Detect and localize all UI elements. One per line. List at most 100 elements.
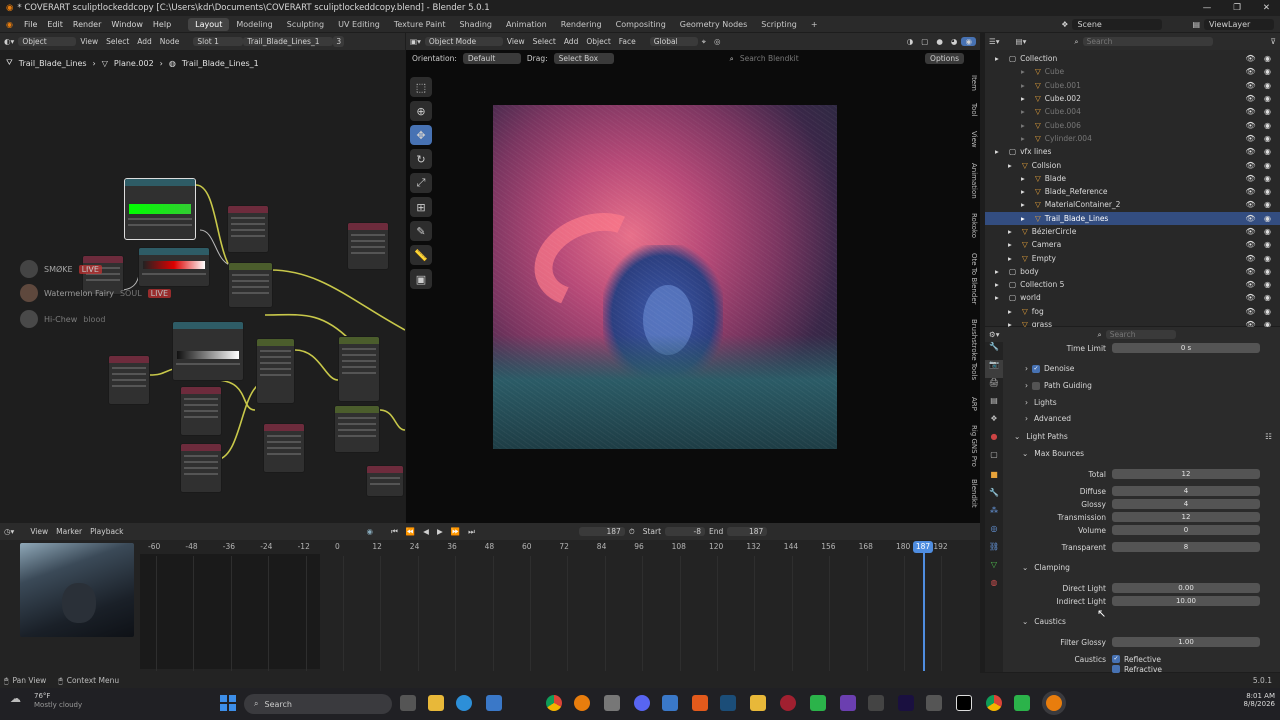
view-layer-tab-icon[interactable]: ▤ bbox=[985, 396, 1003, 414]
outliner-row[interactable]: ▸ ▽ Cube.002 👁 ◉ bbox=[985, 92, 1280, 105]
expand-arrow-icon[interactable]: ▸ bbox=[985, 200, 1031, 209]
expand-arrow-icon[interactable]: ▸ bbox=[985, 121, 1031, 130]
tab-tool[interactable]: Tool bbox=[966, 103, 978, 117]
app-icon[interactable] bbox=[1014, 695, 1030, 711]
visibility-toggle-icon[interactable]: 👁 ◉ bbox=[1245, 187, 1274, 196]
node-mix[interactable] bbox=[256, 338, 295, 404]
menu-node[interactable]: Node bbox=[156, 37, 184, 46]
tab-shading[interactable]: Shading bbox=[452, 18, 499, 31]
app-icon[interactable] bbox=[810, 695, 826, 711]
outliner-row[interactable]: ▸ ▽ Empty 👁 ◉ bbox=[985, 251, 1280, 264]
menu-view[interactable]: View bbox=[76, 37, 102, 46]
bounce-total-field[interactable]: 12 bbox=[1112, 469, 1260, 479]
visibility-toggle-icon[interactable]: 👁 ◉ bbox=[1245, 67, 1274, 76]
start-button[interactable] bbox=[220, 695, 236, 711]
bounce-glossy-field[interactable]: 4 bbox=[1112, 499, 1260, 509]
expand-arrow-icon[interactable]: ▸ bbox=[985, 174, 1031, 183]
time-limit-field[interactable]: 0 s bbox=[1112, 343, 1260, 353]
overlay-icon[interactable]: ◑ bbox=[903, 37, 918, 46]
play-icon[interactable]: ▶ bbox=[433, 527, 447, 536]
folder-icon[interactable] bbox=[750, 695, 766, 711]
menu-render[interactable]: Render bbox=[68, 20, 106, 29]
add-workspace-icon[interactable]: + bbox=[804, 18, 825, 31]
outliner-row[interactable]: ▸ ▽ Cube.001 👁 ◉ bbox=[985, 79, 1280, 92]
tab-view[interactable]: View bbox=[966, 131, 978, 148]
scale-tool-icon[interactable]: ⤢ bbox=[410, 173, 432, 193]
tab-geometry-nodes[interactable]: Geometry Nodes bbox=[673, 18, 754, 31]
visibility-toggle-icon[interactable]: 👁 ◉ bbox=[1245, 147, 1274, 156]
outliner-row[interactable]: ▸ ▽ Cube.004 👁 ◉ bbox=[985, 105, 1280, 118]
menu-window[interactable]: Window bbox=[106, 20, 148, 29]
blender-task-icon[interactable] bbox=[1046, 695, 1062, 711]
visibility-toggle-icon[interactable]: 👁 ◉ bbox=[1245, 134, 1274, 143]
proportional-icon[interactable]: ◎ bbox=[710, 37, 725, 46]
outliner-row[interactable]: ▸ ▢ Collection 👁 ◉ bbox=[985, 52, 1280, 65]
current-frame-field[interactable]: 187 bbox=[578, 527, 625, 536]
clamp-direct-field[interactable]: 0.00 bbox=[1112, 583, 1260, 593]
next-key-icon[interactable]: ⏩ bbox=[447, 527, 464, 536]
visibility-toggle-icon[interactable]: 👁 ◉ bbox=[1245, 54, 1274, 63]
view-layer-selector[interactable]: ViewLayer bbox=[1204, 18, 1274, 30]
blendkit-search-input[interactable]: Search Blendkit bbox=[740, 54, 830, 63]
scene-tab-icon[interactable]: ❖ bbox=[985, 414, 1003, 432]
visibility-toggle-icon[interactable]: 👁 ◉ bbox=[1245, 227, 1274, 236]
collection-tab-icon[interactable]: ▢ bbox=[985, 450, 1003, 470]
xray-icon[interactable]: ▢ bbox=[917, 37, 932, 46]
select-tool-icon[interactable]: ⬚ bbox=[410, 77, 432, 97]
data-tab-icon[interactable]: ▽ bbox=[985, 560, 1003, 578]
expand-arrow-icon[interactable]: ▸ bbox=[985, 267, 1005, 276]
tab-texture-paint[interactable]: Texture Paint bbox=[387, 18, 453, 31]
minimize-icon[interactable]: — bbox=[1203, 3, 1212, 13]
task-view-icon[interactable] bbox=[400, 695, 416, 711]
visibility-toggle-icon[interactable]: 👁 ◉ bbox=[1245, 81, 1274, 90]
transform-tool-icon[interactable]: ⊞ bbox=[410, 197, 432, 217]
editor-type-icon[interactable]: ◐▾ bbox=[0, 37, 18, 46]
expand-arrow-icon[interactable]: ▸ bbox=[985, 134, 1031, 143]
app-icon[interactable] bbox=[780, 695, 796, 711]
expand-arrow-icon[interactable]: ▸ bbox=[985, 240, 1018, 249]
weather-widget[interactable]: ☁ 76°F Mostly cloudy bbox=[10, 692, 82, 709]
chrome-icon[interactable] bbox=[546, 695, 562, 711]
max-bounces-panel[interactable]: ⌄ Max Bounces bbox=[1022, 449, 1084, 458]
material-user-count[interactable]: 3 bbox=[333, 36, 345, 47]
expand-arrow-icon[interactable]: ▸ bbox=[985, 147, 1005, 156]
modifier-tab-icon[interactable]: 🔧 bbox=[985, 488, 1003, 506]
reflective-checkbox[interactable]: ✓ bbox=[1112, 655, 1120, 663]
blender-task-icon[interactable] bbox=[574, 695, 590, 711]
editor-type-icon[interactable]: ◷▾ bbox=[0, 527, 18, 536]
tab-item[interactable]: Item bbox=[966, 75, 978, 91]
node-attribute[interactable] bbox=[366, 465, 404, 497]
render-tab-icon[interactable]: 📷 bbox=[985, 360, 1003, 378]
app-icon[interactable] bbox=[840, 695, 856, 711]
scene-selector[interactable]: Scene bbox=[1072, 18, 1163, 30]
tab-blendkit[interactable]: Blendkit bbox=[966, 479, 978, 508]
add-cube-tool-icon[interactable]: ▣ bbox=[410, 269, 432, 289]
visibility-toggle-icon[interactable]: 👁 ◉ bbox=[1245, 200, 1274, 209]
node-attribute[interactable] bbox=[227, 205, 269, 253]
discord-icon[interactable] bbox=[634, 695, 650, 711]
capcut-icon[interactable] bbox=[956, 695, 972, 711]
clamp-indirect-field[interactable]: 10.00 bbox=[1112, 596, 1260, 606]
menu-add[interactable]: Add bbox=[133, 37, 156, 46]
outliner-row[interactable]: ▸ ▢ world 👁 ◉ bbox=[985, 291, 1280, 304]
bounce-transmission-field[interactable]: 12 bbox=[1112, 512, 1260, 522]
object-mode-dropdown[interactable]: Object bbox=[18, 37, 77, 46]
outliner[interactable]: ☰▾ ▤▾ ⌕ Search ⊽ ▸ ▢ Collection 👁 ◉ ▸ ▽ Cube 👁 … bbox=[985, 33, 1280, 329]
expand-arrow-icon[interactable]: ▸ bbox=[985, 67, 1031, 76]
start-frame-field[interactable]: -8 bbox=[665, 527, 706, 536]
denoise-panel[interactable]: › ✓ Denoise bbox=[1025, 364, 1074, 373]
clamping-panel[interactable]: ⌄ Clamping bbox=[1022, 563, 1070, 572]
blender-menu-icon[interactable]: ◉ bbox=[0, 20, 19, 29]
prev-key-icon[interactable]: ⏪ bbox=[402, 527, 419, 536]
drag-dropdown[interactable]: Select Box bbox=[553, 53, 614, 64]
visibility-toggle-icon[interactable]: 👁 ◉ bbox=[1245, 94, 1274, 103]
expand-arrow-icon[interactable]: ▸ bbox=[985, 187, 1031, 196]
menu-file[interactable]: File bbox=[19, 20, 42, 29]
app-icon[interactable] bbox=[662, 695, 678, 711]
menu-edit[interactable]: Edit bbox=[42, 20, 68, 29]
orientation-dropdown[interactable]: Default bbox=[462, 53, 521, 64]
end-frame-field[interactable]: 187 bbox=[727, 527, 768, 536]
tab-compositing[interactable]: Compositing bbox=[609, 18, 673, 31]
node-attribute[interactable] bbox=[108, 355, 150, 405]
after-effects-icon[interactable] bbox=[898, 695, 914, 711]
